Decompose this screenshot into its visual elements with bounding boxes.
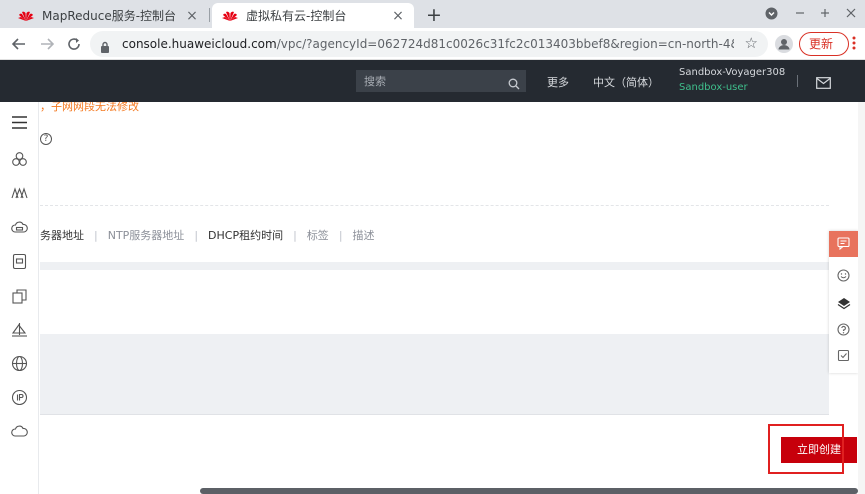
column-dns-server[interactable]: 务器地址 — [40, 227, 84, 243]
question-icon[interactable] — [829, 317, 858, 343]
tab-separator — [209, 8, 210, 22]
close-tab-icon[interactable]: × — [184, 8, 200, 24]
feedback-button[interactable] — [829, 231, 858, 257]
column-tags[interactable]: 标签 — [307, 227, 329, 243]
header-divider — [797, 75, 798, 87]
column-ntp-server[interactable]: NTP服务器地址 — [108, 227, 185, 243]
profile-avatar-icon[interactable] — [775, 35, 793, 53]
copy-icon[interactable] — [11, 288, 28, 305]
column-dhcp-lease[interactable]: DHCP租约时间 — [208, 227, 283, 243]
section-divider — [40, 414, 829, 415]
back-icon[interactable] — [9, 34, 29, 54]
bookmark-star-icon[interactable]: ☆ — [745, 34, 758, 52]
minimize-icon[interactable] — [792, 5, 808, 21]
divider-dashed — [40, 205, 829, 206]
huawei-logo-icon — [222, 10, 238, 22]
separator: | — [194, 228, 199, 242]
tab-title: MapReduce服务-控制台 — [42, 9, 177, 23]
separator: | — [293, 228, 297, 242]
browser-tab-vpc[interactable]: 虚拟私有云-控制台 × — [212, 3, 414, 28]
url-host: console.huaweicloud.com — [122, 37, 277, 51]
help-icon[interactable]: ? — [40, 133, 52, 145]
separator: | — [94, 228, 98, 242]
optional-columns-row: 务器地址 | NTP服务器地址 | DHCP租约时间 | 标签 | 描述 — [40, 227, 375, 243]
smile-icon[interactable] — [829, 263, 858, 289]
subnet-warning-text: ，子网网段无法修改 — [40, 102, 139, 113]
close-tab-icon[interactable]: × — [390, 8, 406, 24]
tab-search-icon[interactable] — [763, 5, 779, 21]
right-tool-panel — [829, 231, 858, 373]
search-icon[interactable] — [508, 75, 520, 90]
vpc-icon[interactable] — [11, 185, 28, 202]
more-link[interactable]: 更多 — [547, 74, 569, 90]
mail-icon[interactable] — [816, 74, 831, 89]
user-role: Sandbox-user — [679, 82, 748, 93]
globe-icon[interactable] — [11, 355, 28, 372]
close-window-icon[interactable] — [843, 5, 859, 21]
url-path: /vpc/?agencyId=062724d81c0026c31fc2c0134… — [276, 37, 734, 51]
search-input[interactable] — [356, 70, 526, 93]
column-description[interactable]: 描述 — [353, 227, 375, 243]
url-text: console.huaweicloud.com/vpc/?agencyId=06… — [122, 31, 734, 57]
cloud-outline-icon[interactable] — [11, 423, 28, 440]
separator: | — [338, 228, 343, 242]
address-bar[interactable]: console.huaweicloud.com/vpc/?agencyId=06… — [90, 31, 768, 57]
update-button[interactable]: 更新 — [799, 32, 849, 56]
server-icon[interactable] — [11, 253, 28, 270]
browser-tab-strip: MapReduce服务-控制台 × 虚拟私有云-控制台 × + — [0, 0, 865, 28]
language-selector[interactable]: 中文（简体） — [593, 74, 659, 90]
new-tab-button[interactable]: + — [424, 5, 444, 25]
lock-icon — [100, 38, 110, 53]
section-band — [40, 262, 829, 270]
ip-icon[interactable] — [11, 389, 28, 406]
main-content: ，子网网段无法修改 ? 务器地址 | NTP服务器地址 | DHCP租约时间 |… — [40, 102, 829, 494]
console-header: 更多 中文（简体） Sandbox-Voyager308 Sandbox-use… — [0, 60, 865, 102]
user-name[interactable]: Sandbox-Voyager308 — [679, 67, 785, 78]
network-icon[interactable] — [11, 151, 28, 168]
section-band — [40, 334, 829, 414]
browser-tab-mapreduce[interactable]: MapReduce服务-控制台 × — [8, 3, 208, 28]
cloud-icon[interactable] — [11, 219, 28, 236]
page-scroll-track — [858, 102, 865, 494]
sail-icon[interactable] — [11, 322, 28, 339]
menu-icon[interactable] — [11, 114, 28, 131]
tab-title: 虚拟私有云-控制台 — [246, 9, 347, 23]
checklist-icon[interactable] — [829, 343, 858, 369]
browser-toolbar: console.huaweicloud.com/vpc/?agencyId=06… — [0, 28, 865, 60]
stack-icon[interactable] — [829, 291, 858, 317]
more-menu-icon[interactable] — [852, 36, 858, 52]
create-now-button[interactable]: 立即创建 — [781, 437, 857, 463]
horizontal-scrollbar[interactable] — [200, 488, 858, 494]
forward-icon[interactable] — [37, 34, 57, 54]
reload-icon[interactable] — [64, 34, 84, 54]
maximize-icon[interactable] — [817, 5, 833, 21]
huawei-logo-icon — [18, 10, 34, 22]
console-search[interactable] — [356, 70, 526, 93]
left-navigation — [0, 102, 39, 494]
